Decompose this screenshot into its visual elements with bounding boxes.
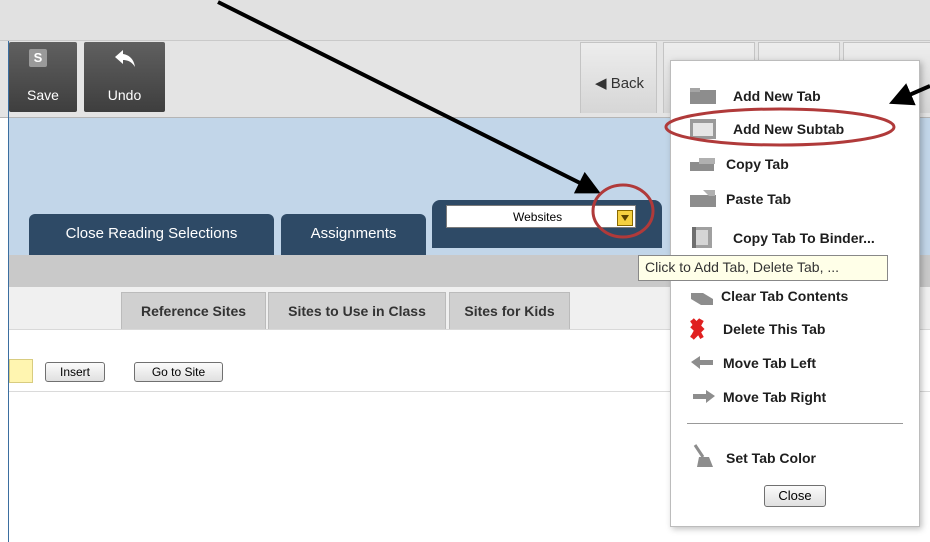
app-window: S Save Undo ◀ Back Close Reading Selecti… <box>0 0 930 542</box>
annotation-arrow <box>217 0 601 194</box>
highlight-circle <box>664 107 896 147</box>
highlight-circle <box>591 183 655 239</box>
annotation-overlay <box>217 0 930 239</box>
annotation-arrow <box>888 83 930 106</box>
